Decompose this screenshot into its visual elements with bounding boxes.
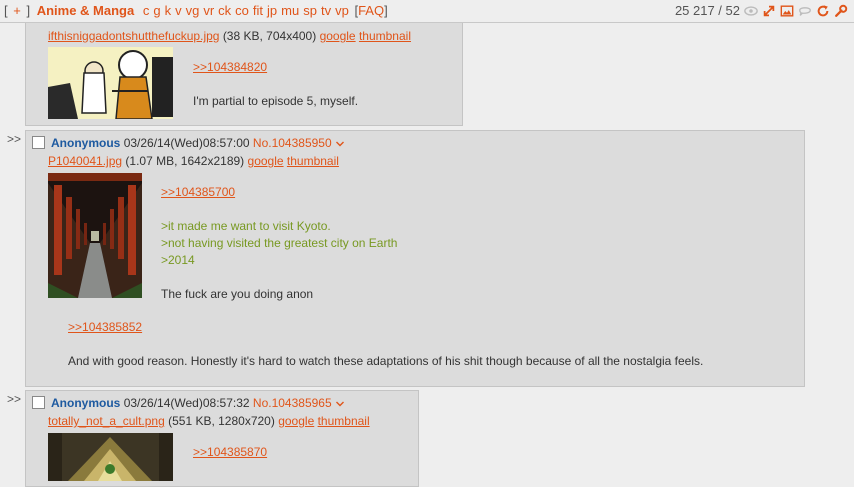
thumbnail-link[interactable]: thumbnail	[318, 414, 370, 428]
quote-link[interactable]: >>104385870	[193, 444, 267, 461]
post-number-link[interactable]: No.104385950	[253, 136, 332, 150]
current-board-title[interactable]: Anime & Manga	[37, 3, 135, 18]
post-select-checkbox[interactable]	[32, 396, 45, 409]
thumbnail-link[interactable]: thumbnail	[287, 154, 339, 168]
toolbar-right: 25 217 / 52	[675, 0, 848, 22]
board-link-sp[interactable]: sp	[303, 3, 317, 18]
quote-link-text[interactable]: >>104385700	[161, 185, 235, 199]
post-number-link[interactable]: No.104385965	[253, 396, 332, 410]
file-name-link[interactable]: ifthisniggadontshutthefuckup.jpg	[48, 29, 219, 43]
quote-link-text[interactable]: >>104385852	[68, 320, 142, 334]
chat-bubble-icon[interactable]	[798, 4, 812, 18]
post-thumbnail-image[interactable]	[48, 433, 173, 481]
post-stats: 25 217 / 52	[674, 3, 740, 18]
post-message: And with good reason. Honestly it's hard…	[68, 354, 704, 368]
greentext-line: >2014	[161, 253, 195, 267]
reply-arrows: >>	[7, 132, 22, 146]
faq-link[interactable]: FAQ	[358, 3, 384, 18]
eye-icon[interactable]	[744, 4, 758, 18]
post-message: The fuck are you doing anon	[161, 287, 314, 301]
board-nav: [ + ] Anime & Manga c g k v vg vr ck co fit jp mu s…	[4, 0, 388, 22]
reply-arrows: >>	[7, 392, 22, 406]
file-name-link[interactable]: P1040041.jpg	[48, 154, 122, 168]
post-info: Anonymous 03/26/14(Wed)08:57:00 No.10438…	[32, 136, 345, 150]
poster-name: Anonymous	[51, 396, 121, 410]
board-link-co[interactable]: co	[235, 3, 249, 18]
post-select-checkbox[interactable]	[32, 136, 45, 149]
faq-close-bracket: ]	[384, 3, 388, 18]
post-message: I'm partial to episode 5, myself.	[193, 94, 359, 108]
board-link-ck[interactable]: ck	[218, 3, 231, 18]
top-navigation-bar: [ + ] Anime & Manga c g k v vg vr ck co fit jp mu s…	[0, 0, 854, 23]
image-icon[interactable]	[780, 4, 794, 18]
google-search-link[interactable]: google	[278, 414, 314, 428]
quote-link[interactable]: >>104384820	[193, 59, 267, 76]
board-link-vp[interactable]: vp	[335, 3, 349, 18]
board-link-vg[interactable]: vg	[186, 3, 200, 18]
board-link-v[interactable]: v	[175, 3, 182, 18]
greentext-line: >not having visited the greatest city on…	[161, 236, 398, 250]
file-meta: (551 KB, 1280x720)	[168, 414, 275, 428]
file-info: ifthisniggadontshutthefuckup.jpg (38 KB,…	[48, 29, 411, 43]
file-info: totally_not_a_cult.png (551 KB, 1280x720…	[48, 414, 370, 428]
board-link-tv[interactable]: tv	[321, 3, 331, 18]
post-datetime: 03/26/14(Wed)08:57:00	[123, 136, 250, 150]
close-bracket: ]	[26, 3, 31, 18]
post-thumbnail-image[interactable]	[48, 173, 142, 298]
chevron-down-icon[interactable]	[335, 399, 345, 409]
greentext-line: >it made me want to visit Kyoto.	[161, 219, 331, 233]
board-link-mu[interactable]: mu	[281, 3, 299, 18]
google-search-link[interactable]: google	[320, 29, 356, 43]
quote-link-text[interactable]: >>104385870	[193, 445, 267, 459]
thumbnail-link[interactable]: thumbnail	[359, 29, 411, 43]
post-info: Anonymous 03/26/14(Wed)08:57:32 No.10438…	[32, 396, 345, 410]
expand-board-list-button[interactable]: +	[13, 3, 21, 18]
chevron-down-icon[interactable]	[335, 139, 345, 149]
expand-icon[interactable]	[762, 4, 776, 18]
quote-link[interactable]: >>104385852	[68, 319, 142, 336]
file-name-link[interactable]: totally_not_a_cult.png	[48, 414, 165, 428]
post-datetime: 03/26/14(Wed)08:57:32	[123, 396, 250, 410]
board-link-c[interactable]: c	[143, 3, 150, 18]
poster-name: Anonymous	[51, 136, 121, 150]
file-info: P1040041.jpg (1.07 MB, 1642x2189) google…	[48, 154, 339, 168]
file-meta: (38 KB, 704x400)	[222, 29, 317, 43]
open-bracket: [	[4, 3, 8, 18]
google-search-link[interactable]: google	[248, 154, 284, 168]
wrench-icon[interactable]	[834, 4, 848, 18]
quote-link[interactable]: >>104385700	[161, 184, 235, 201]
refresh-icon[interactable]	[816, 4, 830, 18]
reply-post: Anonymous 03/26/14(Wed)08:57:32 No.10438…	[25, 390, 419, 487]
file-meta: (1.07 MB, 1642x2189)	[125, 154, 245, 168]
reply-post: Anonymous 03/26/14(Wed)08:57:00 No.10438…	[25, 130, 805, 387]
board-link-k[interactable]: k	[165, 3, 172, 18]
board-link-vr[interactable]: vr	[203, 3, 214, 18]
board-link-fit[interactable]: fit	[253, 3, 263, 18]
board-link-jp[interactable]: jp	[267, 3, 277, 18]
board-links: c g k v vg vr ck co fit jp mu sp tv vp	[141, 3, 351, 18]
quote-link-text[interactable]: >>104384820	[193, 60, 267, 74]
board-link-g[interactable]: g	[153, 3, 160, 18]
post-thumbnail-image[interactable]	[48, 47, 173, 119]
